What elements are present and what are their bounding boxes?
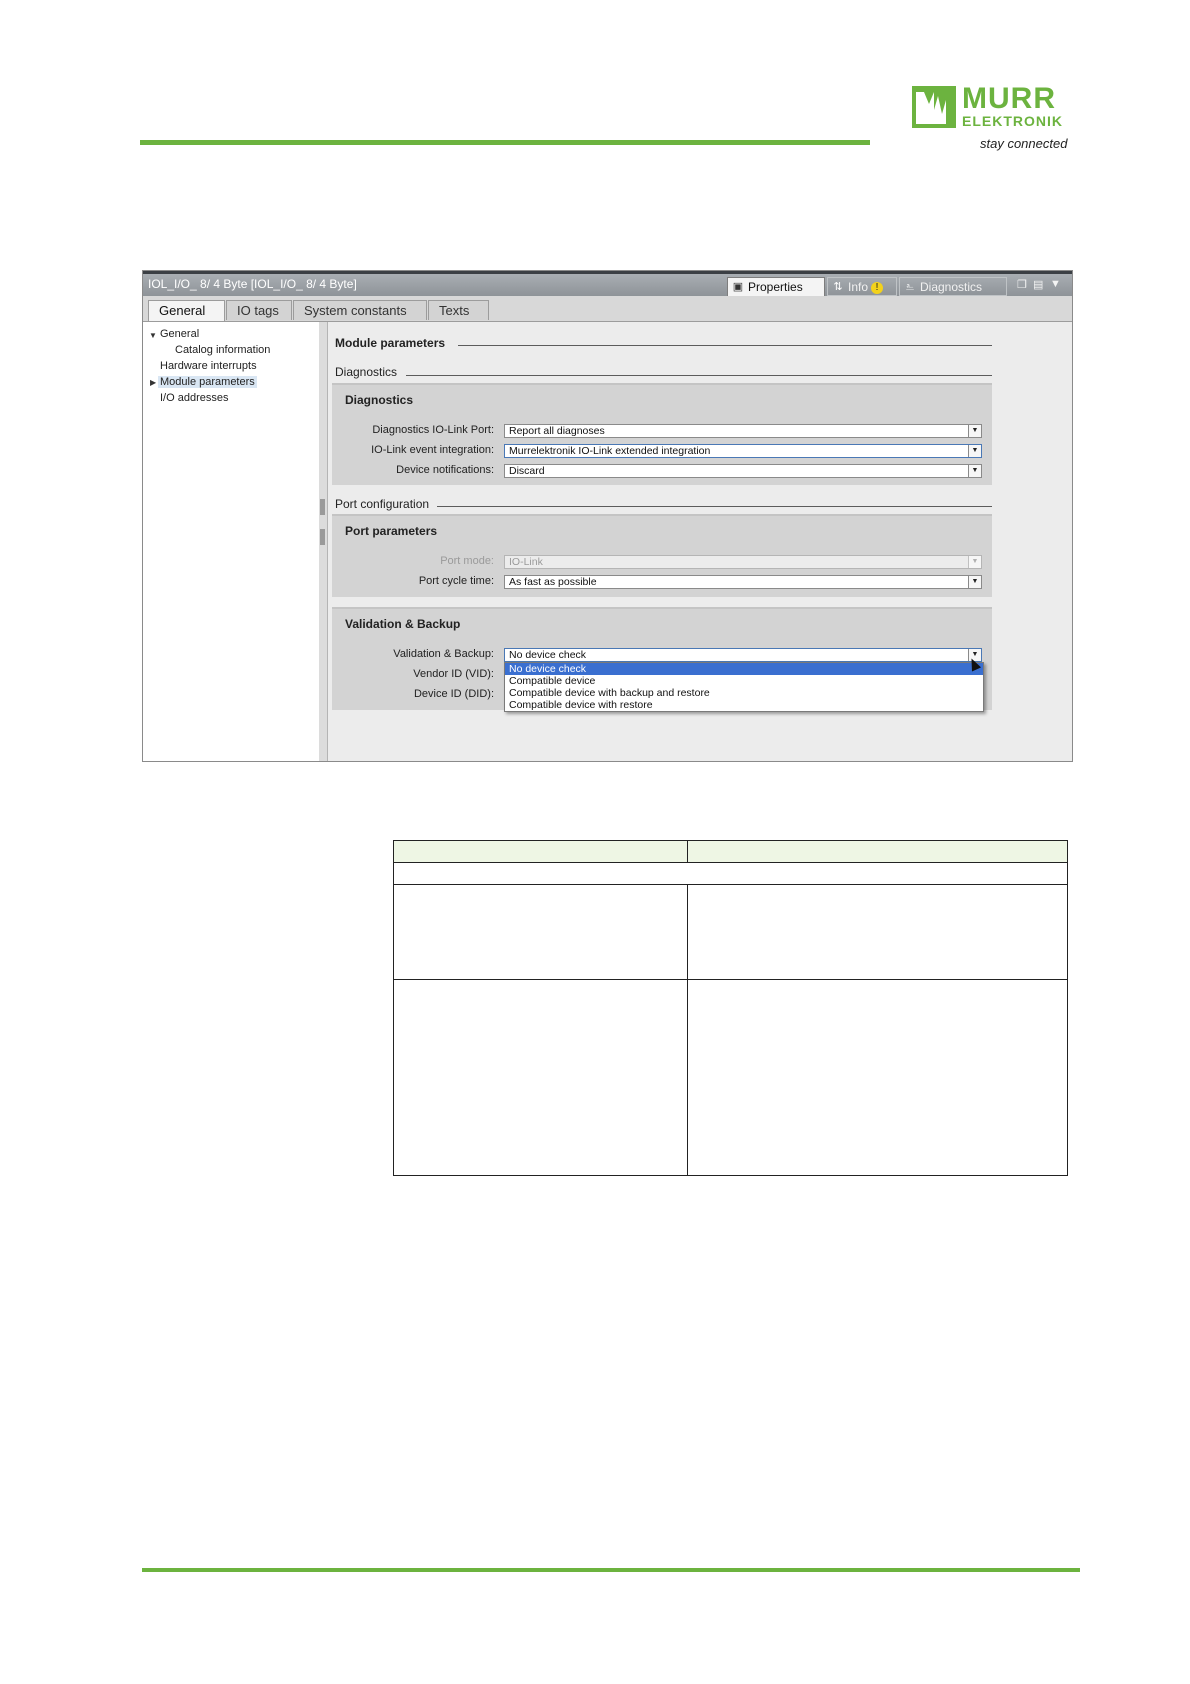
tab-io-tags[interactable]: IO tags [226,300,292,320]
parameter-table [393,840,1068,1176]
port-mode-value: IO-Link [509,556,543,568]
properties-tab-strip: General IO tags System constants Texts [143,296,1072,322]
logo-tagline: stay connected [980,136,1068,151]
tab-properties-label: Properties [748,280,803,294]
diagnostics-section-heading: Diagnostics [335,365,398,379]
table-section-cell [393,862,1068,885]
validation-backup-label: Validation & Backup: [393,648,494,660]
dropdown-option[interactable]: Compatible device with restore [505,699,983,711]
table-row [393,884,1068,980]
heading-divider [458,345,992,346]
diagnostics-io-link-port-value: Report all diagnoses [509,425,605,437]
murrelektronik-logo: MURR ELEKTRONIK stay connected [912,84,1072,156]
dropdown-option[interactable]: No device check [505,663,983,675]
tab-system-constants[interactable]: System constants [293,300,427,320]
device-notifications-label: Device notifications: [396,464,494,476]
table-cell [393,884,688,980]
maximize-window-icon[interactable]: ▤ [1033,278,1043,291]
window-titlebar: IOL_I/O_ 8/ 4 Byte [IOL_I/O_ 8/ 4 Byte] … [143,271,1072,296]
panel-menu-chevron-icon[interactable]: ▼ [1050,278,1061,290]
chevron-down-icon[interactable]: ▼ [968,425,981,437]
tree-item-general[interactable]: General [160,328,199,340]
splitter-grip-top[interactable] [320,499,325,515]
port-parameters-group: Port parameters Port mode: IO-Link ▼ Por… [332,514,992,597]
tab-info-label: Info [848,280,869,294]
chevron-down-icon[interactable]: ▼ [968,576,981,588]
tab-general[interactable]: General [148,300,225,321]
logo-word-murr: MURR [962,82,1056,115]
footer-rule [142,1568,1080,1572]
module-parameters-heading: Module parameters [335,336,446,350]
port-cycle-time-value: As fast as possible [509,576,597,588]
table-cell [687,979,1068,1176]
tab-info[interactable]: ⇅ Info! [827,277,897,296]
tab-diagnostics[interactable]: ⎁ Diagnostics [899,277,1007,296]
chevron-down-icon[interactable]: ▼ [968,445,981,457]
tree-item-io-addresses[interactable]: I/O addresses [160,392,228,404]
tab-properties[interactable]: ▣ Properties [727,277,825,296]
port-parameters-group-title: Port parameters [345,524,438,538]
diagnostics-io-link-port-select[interactable]: Report all diagnoses ▼ [504,424,982,438]
logo-word-elektronik: ELEKTRONIK [962,113,1063,129]
pane-splitter[interactable] [319,322,328,761]
port-configuration-divider [437,506,992,507]
header-rule [140,140,870,145]
tree-item-hardware-interrupts[interactable]: Hardware interrupts [160,360,257,372]
collapsed-chevron-icon[interactable]: ▶ [150,378,156,387]
tree-item-module-parameters[interactable]: Module parameters [158,376,257,388]
port-configuration-heading: Port configuration [335,497,430,511]
diagnostics-icon: ⎁ [905,281,915,293]
validation-backup-dropdown-list: No device check Compatible device Compat… [504,662,984,712]
io-link-event-integration-label: IO-Link event integration: [371,444,494,456]
port-mode-label: Port mode: [440,555,494,567]
io-link-event-integration-select[interactable]: Murrelektronik IO-Link extended integrat… [504,444,982,458]
module-parameters-content: Module parameters Diagnostics Diagnostic… [328,322,1072,761]
expand-chevron-icon[interactable]: ▼ [149,331,157,340]
window-title: IOL_I/O_ 8/ 4 Byte [IOL_I/O_ 8/ 4 Byte] [148,277,357,291]
splitter-grip-bottom[interactable] [320,529,325,545]
device-notifications-value: Discard [509,465,545,477]
table-cell [393,979,688,1176]
diagnostics-group-title: Diagnostics [345,393,414,407]
vendor-id-label: Vendor ID (VID): [413,668,494,680]
table-section-row [393,862,1068,885]
dropdown-option[interactable]: Compatible device [505,675,983,687]
diagnostics-group: Diagnostics Diagnostics IO-Link Port: Re… [332,383,992,485]
properties-window: IOL_I/O_ 8/ 4 Byte [IOL_I/O_ 8/ 4 Byte] … [142,270,1073,762]
tree-item-catalog-information[interactable]: Catalog information [175,344,270,356]
validation-backup-group: Validation & Backup Validation & Backup:… [332,607,992,712]
chevron-down-icon[interactable]: ▼ [968,465,981,477]
device-notifications-select[interactable]: Discard ▼ [504,464,982,478]
io-link-event-integration-value: Murrelektronik IO-Link extended integrat… [509,445,711,457]
port-cycle-time-label: Port cycle time: [418,575,494,587]
table-row [393,979,1068,1176]
validation-backup-select[interactable]: No device check ▼ [504,648,982,662]
validation-backup-group-title: Validation & Backup [345,617,461,631]
tab-diagnostics-label: Diagnostics [920,280,983,294]
table-header-row [393,840,1068,863]
warning-icon: ! [871,281,884,294]
diagnostics-divider [406,375,992,376]
info-icon: ⇅ [833,281,843,293]
table-cell [687,884,1068,980]
chevron-down-icon: ▼ [968,556,981,568]
table-header-cell [393,840,688,863]
tab-texts[interactable]: Texts [428,300,489,320]
dropdown-option[interactable]: Compatible device with backup and restor… [505,687,983,699]
device-id-label: Device ID (DID): [413,688,494,700]
diagnostics-io-link-port-label: Diagnostics IO-Link Port: [372,424,494,436]
table-header-cell [687,840,1068,863]
float-window-icon[interactable]: ❐ [1017,278,1027,291]
port-cycle-time-select[interactable]: As fast as possible ▼ [504,575,982,589]
properties-icon: ▣ [732,281,744,293]
navigation-tree: ▼ General Catalog information Hardware i… [143,322,320,761]
validation-backup-value: No device check [509,649,587,661]
logo-mark-icon [912,86,956,128]
port-mode-select: IO-Link ▼ [504,555,982,569]
